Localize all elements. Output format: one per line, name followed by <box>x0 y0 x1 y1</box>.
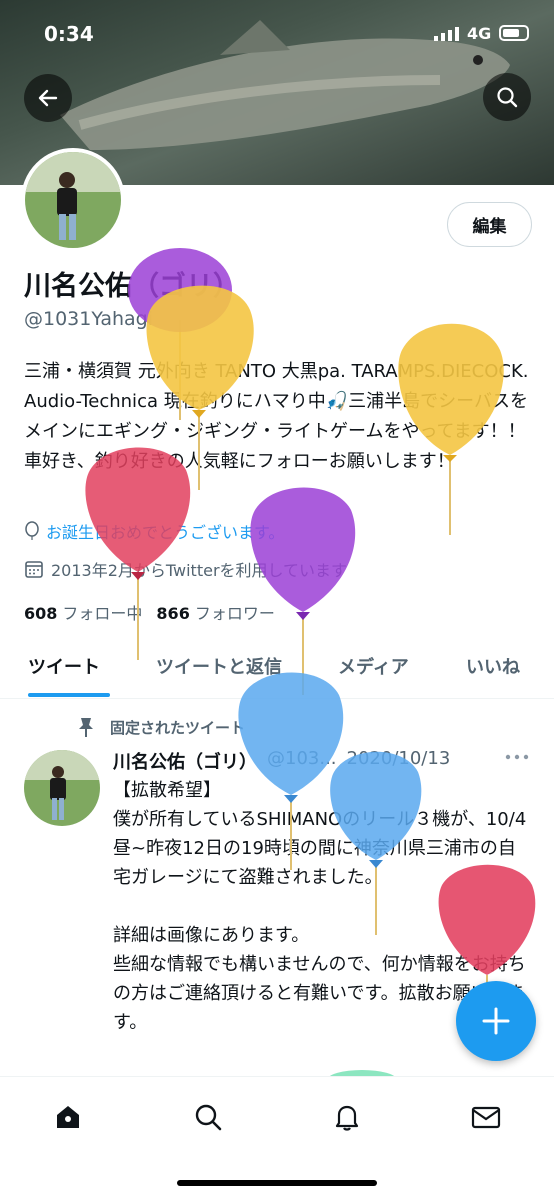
profile-bio: 三浦・横須賀 元外向き TANTO 大黒pa. TARAMPS.DIECOCK.… <box>24 361 529 472</box>
arrow-left-icon <box>38 89 58 107</box>
battery-icon <box>499 25 529 41</box>
profile-avatar[interactable] <box>21 148 125 252</box>
plus-icon <box>482 1007 510 1035</box>
compose-tweet-button[interactable] <box>456 981 536 1061</box>
birthday-line: お誕生日おめでとうございます。 <box>24 519 284 543</box>
nav-search[interactable] <box>188 1097 228 1137</box>
back-button[interactable] <box>24 74 72 122</box>
followers-label: フォロワー <box>194 604 275 623</box>
nav-home[interactable] <box>48 1097 88 1137</box>
following-link[interactable]: 608 フォロー中 <box>24 600 142 624</box>
status-bar: 0:34 4G <box>0 0 554 70</box>
joined-text: 2013年2月からTwitterを利用しています <box>51 561 348 580</box>
pin-icon <box>79 718 93 737</box>
avatar-photo <box>24 750 100 826</box>
nav-notifications[interactable] <box>327 1097 367 1137</box>
follow-stats: 608 フォロー中 866 フォロワー <box>24 600 275 624</box>
tweet-author[interactable]: 川名公佑（ゴリ） <box>113 748 257 774</box>
following-label: フォロー中 <box>62 604 143 623</box>
avatar-photo <box>25 152 121 248</box>
signal-icon <box>434 27 459 41</box>
following-count: 608 <box>24 604 58 623</box>
profile-handle: @1031Yahagi <box>24 308 154 330</box>
pinned-text: 固定されたツイート <box>110 718 246 737</box>
more-icon[interactable] <box>505 752 529 762</box>
followers-count: 866 <box>156 604 190 623</box>
profile-tabs: ツイート ツイートと返信 メディア いいね <box>0 643 554 699</box>
tweet-date: 2020/10/13 <box>346 748 451 769</box>
tab-media[interactable]: メディア <box>338 653 409 679</box>
nav-messages[interactable] <box>466 1097 506 1137</box>
tab-likes[interactable]: いいね <box>466 653 520 679</box>
tweet-handle: @103... <box>267 748 337 769</box>
pinned-label: 固定されたツイート <box>76 716 245 738</box>
home-indicator <box>177 1180 377 1186</box>
tweet-header: 川名公佑（ゴリ） @103... 2020/10/13 <box>113 748 450 774</box>
tab-active-indicator <box>28 693 110 697</box>
birthday-text: お誕生日おめでとうございます。 <box>46 523 285 542</box>
search-icon <box>497 87 518 108</box>
bell-icon <box>335 1105 359 1131</box>
profile-name: 川名公佑（ゴリ） <box>24 271 240 302</box>
tweet-avatar[interactable] <box>24 750 100 826</box>
network-label: 4G <box>467 24 492 43</box>
joined-line: 2013年2月からTwitterを利用しています <box>24 557 347 581</box>
home-icon <box>57 1106 79 1128</box>
search-button[interactable] <box>483 73 531 121</box>
status-time: 0:34 <box>44 22 94 46</box>
mail-icon <box>471 1106 501 1129</box>
tab-tweets[interactable]: ツイート <box>28 653 100 679</box>
edit-profile-button[interactable]: 編集 <box>447 202 532 247</box>
balloon-red-1 <box>85 447 191 660</box>
followers-link[interactable]: 866 フォロワー <box>156 600 274 624</box>
search-icon <box>195 1104 222 1131</box>
balloon-icon <box>25 521 39 540</box>
tab-tweets-replies[interactable]: ツイートと返信 <box>156 653 282 679</box>
calendar-icon <box>25 561 43 578</box>
